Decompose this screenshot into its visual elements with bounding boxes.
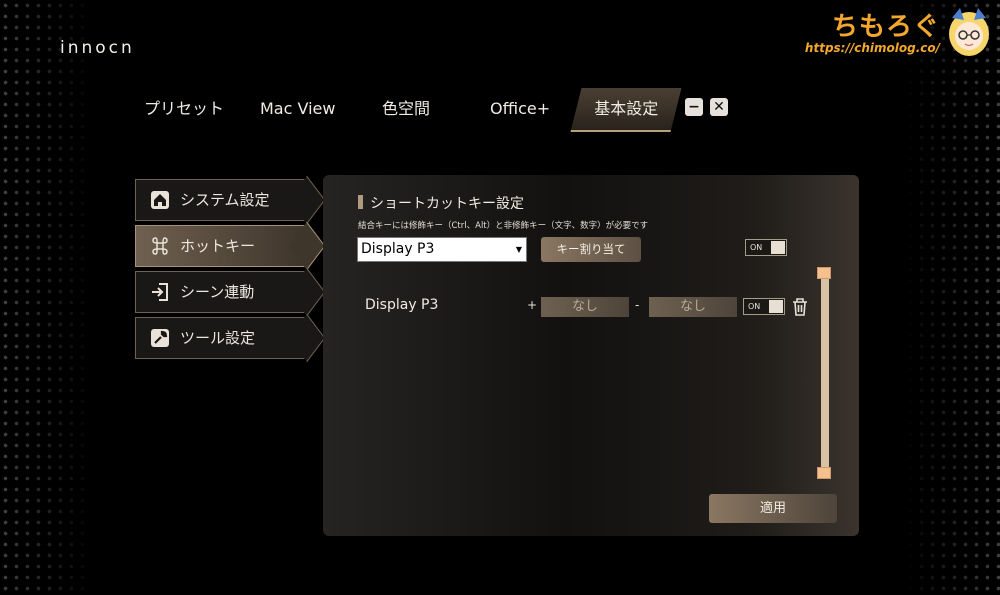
main-tab-bar: プリセット Mac View 色空間 Office+ 基本設定 <box>0 88 760 132</box>
watermark-url: https://chimolog.co/ <box>804 41 940 55</box>
minimize-button[interactable]: − <box>685 98 703 116</box>
command-icon <box>152 237 168 255</box>
tab-preset[interactable]: プリセット <box>144 88 224 132</box>
scrollbar-top-cap[interactable] <box>817 267 831 279</box>
app-logo: innocn <box>60 38 135 58</box>
sidebar-item-label: システム設定 <box>180 191 270 209</box>
close-button[interactable]: ✕ <box>710 98 728 116</box>
sidebar-arrow <box>288 221 326 271</box>
preset-select-value: Display P3 <box>361 241 435 257</box>
minus-sign: - <box>635 298 640 312</box>
sidebar-item-label: ホットキー <box>180 237 256 255</box>
scrollbar-bottom-cap[interactable] <box>817 467 831 479</box>
sidebar-item-scene-link[interactable]: シーン連動 <box>135 267 326 317</box>
wrench-icon <box>151 329 169 347</box>
row-toggle[interactable]: ON <box>743 298 785 315</box>
master-toggle[interactable]: ON <box>745 239 787 256</box>
hotkey-row-name: Display P3 <box>365 297 439 313</box>
sidebar-arrow <box>288 175 326 225</box>
tab-mac-view[interactable]: Mac View <box>260 88 335 132</box>
tab-basic-settings-label: 基本設定 <box>594 99 659 118</box>
assign-key-button[interactable]: キー割り当て <box>541 237 641 262</box>
enter-icon <box>152 283 168 301</box>
modifier-key-field[interactable]: なし <box>541 297 629 317</box>
watermark-title: ちもろぐ <box>831 12 940 42</box>
tab-office-plus[interactable]: Office+ <box>490 88 550 132</box>
mascot-icon <box>949 8 989 56</box>
hint-text: 結合キーには修飾キー（Ctrl、Alt）と非修飾キー（文字、数字）が必要です <box>358 221 649 231</box>
tab-basic-settings[interactable]: 基本設定 <box>570 88 682 132</box>
plus-sign: + <box>527 298 538 312</box>
sidebar-arrow <box>288 267 326 317</box>
hotkey-panel: ショートカットキー設定 結合キーには修飾キー（Ctrl、Alt）と非修飾キー（文… <box>323 175 859 536</box>
trash-icon[interactable] <box>791 297 809 317</box>
preset-select[interactable]: Display P3 ▼ <box>357 237 527 262</box>
sidebar-arrow <box>288 313 326 363</box>
tab-color-space[interactable]: 色空間 <box>382 88 430 132</box>
dot-pattern-right <box>905 0 1000 595</box>
sidebar-item-label: シーン連動 <box>180 283 255 301</box>
apply-button[interactable]: 適用 <box>709 494 837 523</box>
sidebar-item-system-settings[interactable]: システム設定 <box>135 175 326 225</box>
sidebar-item-label: ツール設定 <box>180 329 256 347</box>
key-field[interactable]: なし <box>649 297 737 317</box>
home-icon <box>151 191 169 209</box>
section-title: ショートカットキー設定 <box>358 193 524 213</box>
sidebar-item-hotkey[interactable]: ホットキー <box>135 221 326 271</box>
scrollbar[interactable] <box>821 267 829 479</box>
sidebar-item-tool-settings[interactable]: ツール設定 <box>135 313 326 363</box>
chevron-down-icon: ▼ <box>515 245 523 254</box>
site-watermark: ちもろぐ https://chimolog.co/ <box>805 6 940 55</box>
